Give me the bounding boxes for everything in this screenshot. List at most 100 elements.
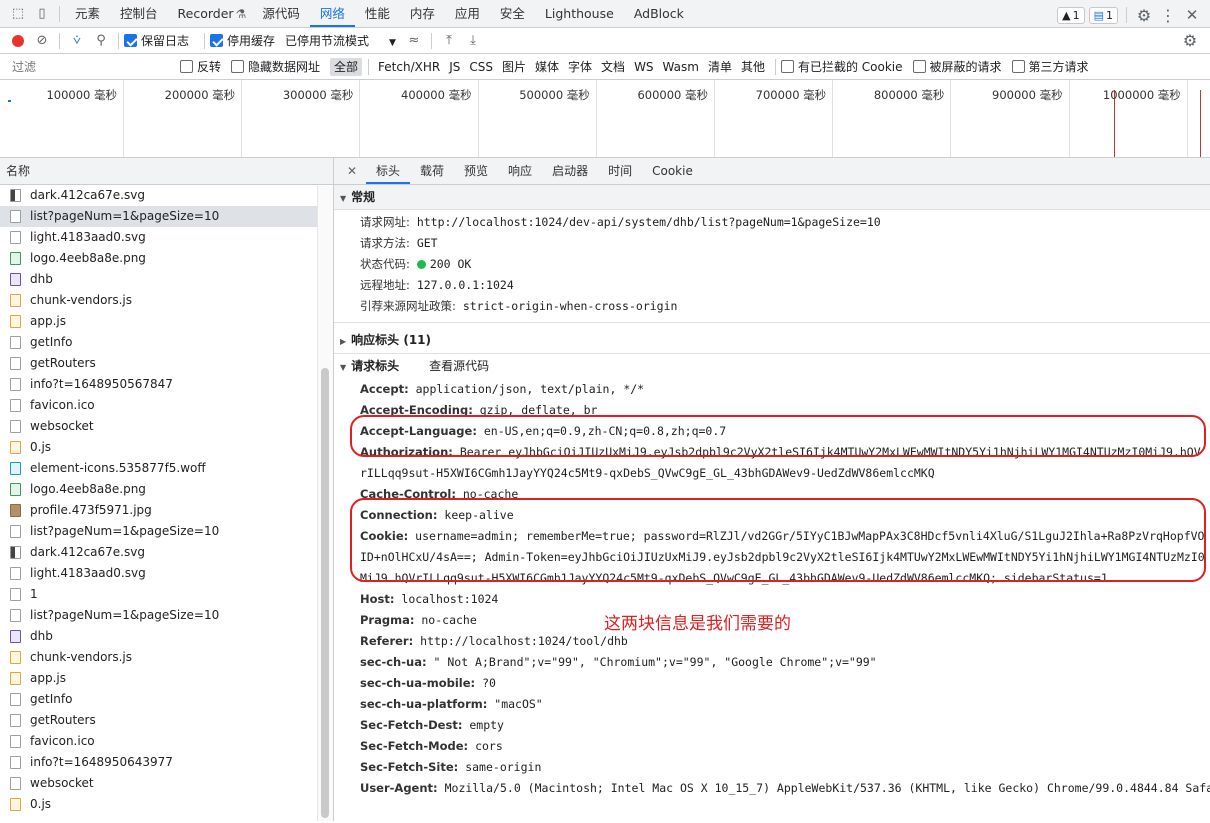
request-row[interactable]: app.js: [0, 311, 333, 332]
detail-tab-4[interactable]: 启动器: [542, 158, 598, 184]
tab-5[interactable]: 性能: [355, 0, 400, 27]
gear-icon[interactable]: ⚙: [1178, 29, 1202, 53]
filter-type-8[interactable]: WS: [630, 58, 657, 76]
detail-tab-6[interactable]: Cookie: [642, 158, 703, 184]
request-row[interactable]: light.4183aad0.svg: [0, 563, 333, 584]
request-row[interactable]: favicon.ico: [0, 395, 333, 416]
checkbox-box[interactable]: [1011, 60, 1025, 73]
filter-type-7[interactable]: 文档: [597, 58, 629, 76]
request-row[interactable]: websocket: [0, 416, 333, 437]
hide-data-urls-checkbox[interactable]: 隐藏数据网址: [231, 58, 320, 75]
request-row[interactable]: chunk-vendors.js: [0, 647, 333, 668]
tab-1[interactable]: 控制台: [110, 0, 168, 27]
view-source-link[interactable]: 查看源代码: [429, 359, 489, 373]
name-column-header[interactable]: 名称: [0, 158, 333, 185]
request-row[interactable]: list?pageNum=1&pageSize=10: [0, 521, 333, 542]
request-row[interactable]: 0.js: [0, 794, 333, 815]
tab-2[interactable]: Recorder: [168, 0, 244, 27]
checkbox-box[interactable]: [912, 60, 926, 73]
inspect-element-icon[interactable]: ⬚: [6, 2, 30, 26]
detail-tab-0[interactable]: 标头: [366, 158, 411, 184]
request-row[interactable]: logo.4eeb8a8e.png: [0, 248, 333, 269]
invert-checkbox[interactable]: 反转: [180, 58, 221, 75]
timeline-overview[interactable]: 100000 毫秒 200000 毫秒 300000 毫秒 400000 毫秒 5000…: [0, 80, 1210, 158]
close-icon[interactable]: ✕: [340, 159, 364, 183]
tab-0[interactable]: 元素: [65, 0, 110, 27]
preserve-log-checkbox[interactable]: 保留日志: [124, 32, 189, 49]
filter-icon[interactable]: ⩒: [65, 29, 89, 53]
request-headers-header[interactable]: ▼ 请求标头 查看源代码: [334, 354, 1210, 379]
filter-type-2[interactable]: JS: [445, 58, 464, 76]
device-toolbar-icon[interactable]: ▯: [30, 2, 54, 26]
clear-icon[interactable]: ⊘: [30, 29, 54, 53]
tab-8[interactable]: 安全: [490, 0, 535, 27]
messages-badge[interactable]: ▤ 1: [1088, 6, 1118, 24]
request-row[interactable]: info?t=1648950567847: [0, 374, 333, 395]
request-row[interactable]: list?pageNum=1&pageSize=10: [0, 605, 333, 626]
request-row[interactable]: getRouters: [0, 710, 333, 731]
filter-type-9[interactable]: Wasm: [659, 58, 703, 76]
request-row[interactable]: chunk-vendors.js: [0, 290, 333, 311]
request-row[interactable]: dhb: [0, 626, 333, 647]
filter-type-3[interactable]: CSS: [465, 58, 497, 76]
request-row[interactable]: element-icons.535877f5.woff: [0, 458, 333, 479]
request-row[interactable]: getInfo: [0, 689, 333, 710]
request-row[interactable]: logo.4eeb8a8e.png: [0, 479, 333, 500]
warnings-badge[interactable]: ▲ 1: [1057, 6, 1085, 24]
detail-tab-1[interactable]: 载荷: [410, 158, 454, 184]
upload-icon[interactable]: ⤒: [437, 29, 461, 53]
network-conditions-icon[interactable]: ≈: [402, 29, 426, 53]
filter-type-1[interactable]: Fetch/XHR: [374, 58, 444, 76]
tab-4[interactable]: 网络: [309, 0, 355, 27]
checkbox-box[interactable]: [780, 60, 794, 73]
close-icon[interactable]: ✕: [1180, 3, 1204, 27]
request-row[interactable]: dark.412ca67e.svg: [0, 542, 333, 563]
filter-type-5[interactable]: 媒体: [531, 58, 563, 76]
blocked-requests-checkbox[interactable]: 被屏蔽的请求: [912, 58, 1002, 75]
detail-tab-2[interactable]: 预览: [454, 158, 498, 184]
request-row[interactable]: 1: [0, 584, 333, 605]
xhr-file-icon: [10, 525, 21, 538]
request-row[interactable]: info?t=1648950643977: [0, 752, 333, 773]
request-row[interactable]: getRouters: [0, 353, 333, 374]
request-row[interactable]: getInfo: [0, 332, 333, 353]
request-row[interactable]: light.4183aad0.svg: [0, 227, 333, 248]
request-row[interactable]: dhb: [0, 269, 333, 290]
checkbox-box[interactable]: [180, 60, 193, 73]
filter-type-0[interactable]: 全部: [330, 57, 363, 76]
filter-type-6[interactable]: 字体: [564, 58, 596, 76]
gear-icon[interactable]: ⚙: [1132, 3, 1156, 27]
disable-cache-checkbox[interactable]: 停用缓存: [210, 32, 275, 49]
more-menu-icon[interactable]: ⋮: [1156, 3, 1180, 27]
scrollbar-thumb[interactable]: [321, 368, 329, 818]
checkbox-box[interactable]: [231, 60, 245, 73]
tab-10[interactable]: AdBlock: [624, 0, 694, 27]
detail-tab-5[interactable]: 时间: [598, 158, 642, 184]
request-row[interactable]: profile.473f5971.jpg: [0, 500, 333, 521]
request-row[interactable]: websocket: [0, 773, 333, 794]
tab-9[interactable]: Lighthouse: [535, 0, 624, 27]
tab-7[interactable]: 应用: [445, 0, 490, 27]
request-row[interactable]: dark.412ca67e.svg: [0, 185, 333, 206]
request-row[interactable]: favicon.ico: [0, 731, 333, 752]
record-icon[interactable]: [6, 29, 30, 53]
response-headers-header[interactable]: ▶ 响应标头 (11): [334, 328, 1210, 353]
filter-type-4[interactable]: 图片: [498, 58, 530, 76]
filter-input[interactable]: [6, 56, 174, 77]
tab-3[interactable]: 源代码: [252, 0, 310, 27]
detail-tab-3[interactable]: 响应: [498, 158, 542, 184]
general-section-header[interactable]: ▼ 常规: [334, 185, 1210, 210]
checkbox-box[interactable]: [210, 34, 224, 47]
search-icon[interactable]: ⚲: [89, 29, 113, 53]
filter-type-11[interactable]: 其他: [737, 58, 769, 76]
tab-6[interactable]: 内存: [400, 0, 445, 27]
blocked-cookies-checkbox[interactable]: 有已拦截的 Cookie: [780, 58, 903, 75]
throttle-select[interactable]: 已停用节流模式 ▼: [285, 32, 396, 49]
third-party-checkbox[interactable]: 第三方请求: [1011, 58, 1089, 75]
request-row[interactable]: 0.js: [0, 437, 333, 458]
filter-type-10[interactable]: 清单: [704, 58, 736, 76]
request-row[interactable]: list?pageNum=1&pageSize=10: [0, 206, 333, 227]
download-icon[interactable]: ⤓: [461, 29, 485, 53]
checkbox-box[interactable]: [124, 34, 137, 47]
request-row[interactable]: app.js: [0, 668, 333, 689]
